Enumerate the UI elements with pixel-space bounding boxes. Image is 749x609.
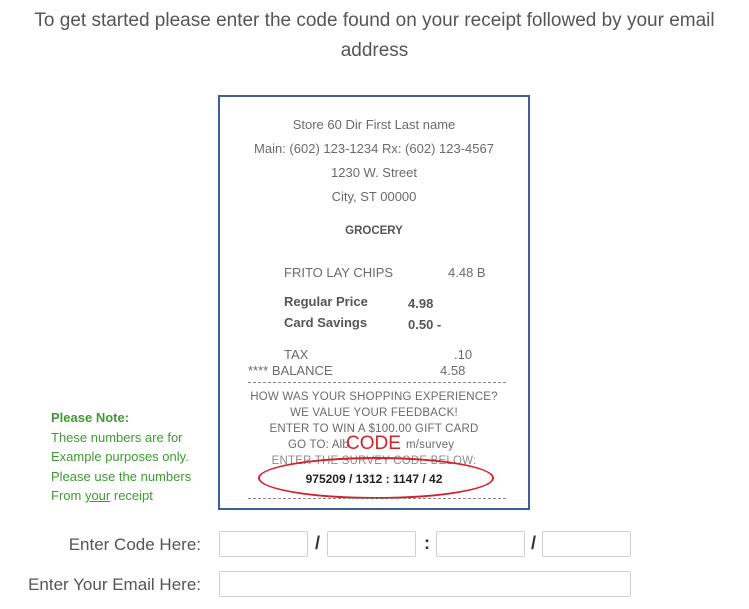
code-separator-2: : — [424, 533, 430, 553]
receipt-divider-bottom — [248, 498, 506, 499]
note-line-2: Example purposes only. — [51, 449, 189, 464]
receipt-department: GROCERY — [345, 225, 403, 237]
intro-line-1: To get started please enter the code fou… — [34, 10, 715, 31]
receipt-balance-value: 4.58 — [440, 363, 466, 378]
note-line-4: From your receipt — [51, 486, 221, 506]
receipt-regular-value: 4.98 — [408, 296, 434, 311]
intro-text: To get started please enter the code fou… — [0, 6, 749, 66]
receipt-store: Store 60 Dir First Last name — [292, 117, 456, 132]
note-line-3: Please use the numbers — [51, 468, 192, 484]
intro-line-2: address — [340, 40, 409, 61]
receipt-survey-code: 975209 / 1312 : 1147 / 42 — [305, 472, 443, 486]
receipt-savings-label: Card Savings — [284, 315, 368, 330]
email-field-label: Enter Your Email Here: — [28, 575, 201, 594]
code-part-1-input[interactable] — [219, 531, 308, 557]
code-annotation-label: CODE — [346, 433, 401, 454]
receipt-item-name: FRITO LAY CHIPS — [284, 265, 394, 280]
receipt-survey-line-4: GO TO: Alb — [288, 439, 350, 451]
receipt-phone: Main: (602) 123-1234 Rx: (602) 123-4567 — [254, 141, 494, 156]
note-line-4-post: receipt — [110, 488, 153, 503]
receipt-balance-label: **** BALANCE — [248, 363, 333, 378]
receipt-tax-value: .10 — [454, 347, 473, 362]
receipt-regular-label: Regular Price — [284, 294, 368, 309]
receipt-item-price: 4.48 B — [448, 265, 486, 280]
note-line-1: These numbers are for — [51, 429, 183, 445]
email-input[interactable] — [219, 571, 631, 597]
example-note: Please Note: These numbers are for Examp… — [51, 408, 221, 506]
note-line-4-pre: From — [51, 488, 85, 503]
code-part-4-input[interactable] — [542, 531, 631, 557]
receipt-divider-top — [248, 382, 506, 383]
receipt-city: City, ST 00000 — [331, 189, 417, 204]
code-separator-3: / — [531, 533, 537, 553]
receipt-tax-label: TAX — [284, 347, 309, 362]
receipt-survey-line-1: HOW WAS YOUR SHOPPING EXPERIENCE? — [250, 391, 498, 403]
code-separator-1: / — [315, 533, 321, 553]
note-line-4-emphasis: your — [84, 488, 111, 503]
note-title: Please Note: — [51, 410, 130, 425]
code-part-2-input[interactable] — [327, 531, 416, 557]
sample-receipt-image: Store 60 Dir First Last name Main: (602)… — [218, 95, 530, 510]
receipt-savings-value: 0.50 - — [408, 317, 442, 332]
code-part-3-input[interactable] — [436, 531, 525, 557]
receipt-survey-line-2: WE VALUE YOUR FEEDBACK! — [290, 407, 458, 419]
receipt-street: 1230 W. Street — [331, 165, 417, 180]
receipt-survey-line-4-end: m/survey — [406, 439, 455, 451]
code-field-label: Enter Code Here: — [68, 535, 201, 554]
